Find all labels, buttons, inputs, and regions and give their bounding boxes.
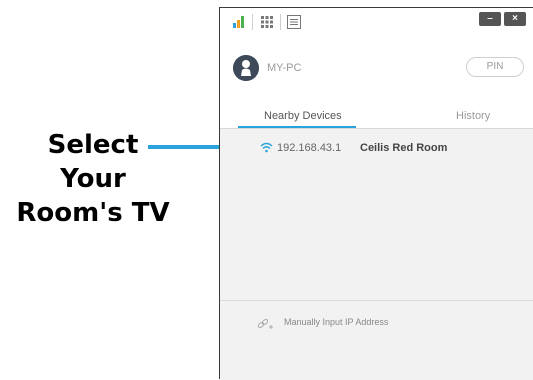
pc-name: MY-PC: [267, 62, 302, 74]
pin-button[interactable]: PIN: [466, 57, 524, 77]
user-avatar-icon: [233, 55, 259, 81]
grid-icon[interactable]: [260, 15, 274, 29]
device-name: Ceilis Red Room: [360, 142, 448, 154]
device-list: 192.168.43.1 Ceilis Red Room: [220, 129, 533, 300]
instruction-line-2: Your: [60, 164, 126, 194]
tab-nearby-devices[interactable]: Nearby Devices: [264, 110, 342, 122]
app-window: – × MY-PC PIN Nearby Devices History 192…: [219, 7, 533, 380]
device-ip: 192.168.43.1: [277, 142, 342, 154]
minimize-button[interactable]: –: [479, 12, 501, 26]
title-bar: – ×: [220, 8, 533, 36]
link-add-icon[interactable]: [257, 318, 273, 330]
footer-bar: Manually Input IP Address: [220, 300, 533, 380]
instruction-line-3: Room's TV: [16, 198, 170, 228]
wifi-icon: [260, 142, 273, 153]
tab-bar: Nearby Devices History: [220, 108, 533, 129]
tab-history[interactable]: History: [456, 110, 490, 122]
this-device-row: MY-PC PIN: [220, 48, 533, 88]
signal-app-icon[interactable]: [232, 15, 246, 29]
manual-ip-link[interactable]: Manually Input IP Address: [284, 317, 388, 327]
menu-icon[interactable]: [287, 15, 301, 29]
titlebar-separator: [252, 14, 253, 30]
close-button[interactable]: ×: [504, 12, 526, 26]
titlebar-separator: [280, 14, 281, 30]
list-item[interactable]: 192.168.43.1 Ceilis Red Room: [220, 139, 533, 159]
active-tab-indicator: [238, 126, 356, 128]
